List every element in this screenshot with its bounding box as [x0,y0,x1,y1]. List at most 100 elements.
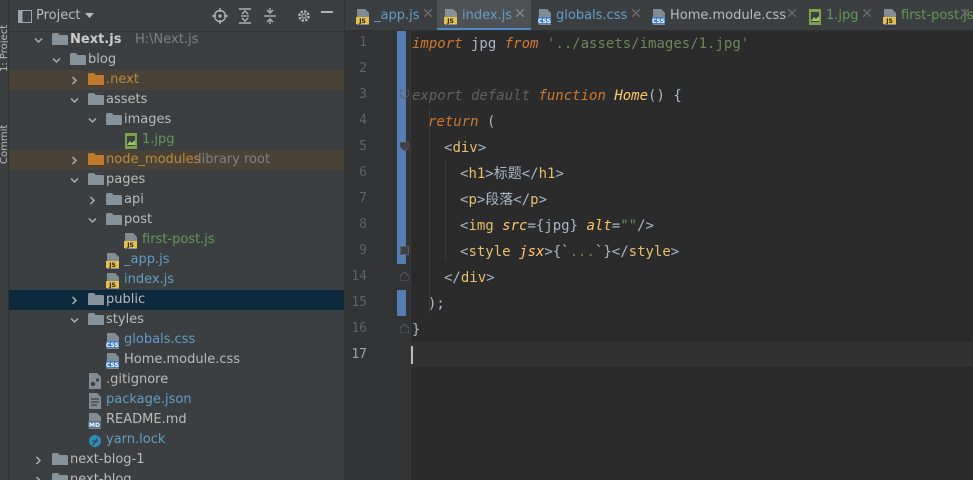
line-number: 7 [359,191,367,206]
project-panel-title[interactable]: Project [36,8,80,23]
chevron-right-icon[interactable] [70,76,79,85]
close-tab-icon[interactable] [424,9,432,17]
view-selector-chevron-down-icon[interactable] [85,13,94,18]
tree-file[interactable]: MD README.md [9,410,344,430]
chevron-right-icon[interactable] [70,156,79,165]
chevron-right-icon[interactable] [88,196,97,205]
line-number: 3 [359,87,367,102]
tab-home-module-css[interactable]: CSS Home.module.css [645,0,801,30]
javascript-file-icon: JS [106,273,122,289]
close-tab-icon[interactable] [516,9,524,17]
chevron-right-icon[interactable] [70,296,79,305]
tree-folder[interactable]: api [9,190,344,210]
tree-file[interactable]: 1.jpg [9,130,344,150]
chevron-right-icon[interactable] [34,456,43,465]
fold-marker-icon[interactable] [400,142,409,151]
tab-label: 1.jpg [826,8,859,23]
gear-icon[interactable] [296,8,312,24]
tab-index-js[interactable]: JS index.js [437,0,531,30]
vcs-change-marker[interactable] [397,290,406,316]
locate-file-icon[interactable] [212,8,228,24]
close-tab-icon[interactable] [788,9,796,17]
hide-panel-icon[interactable] [321,11,333,13]
tree-folder[interactable]: pages [9,170,344,190]
chevron-down-icon[interactable] [88,216,97,225]
tree-folder[interactable]: assets [9,90,344,110]
tree-file[interactable]: .gitignore [9,370,344,390]
image-file-icon [808,9,822,25]
tree-item-hint: H:\Next.js [135,32,199,47]
tree-file[interactable]: package.json [9,390,344,410]
line-number: 1 [359,35,367,50]
tree-item-label: pages [106,172,146,187]
tree-folder[interactable]: node_modules library root [9,150,344,170]
folder-icon [88,93,104,107]
excluded-folder-icon [88,153,104,167]
fold-marker-icon[interactable] [400,246,409,255]
chevron-down-icon[interactable] [88,116,97,125]
gitignore-file-icon [88,373,104,389]
text-caret [411,346,413,364]
chevron-down-icon[interactable] [70,316,79,325]
tree-folder[interactable]: Next.js H:\Next.js [9,30,344,50]
tree-file[interactable]: CSS globals.css [9,330,344,350]
tree-folder[interactable]: next-blog-1 [9,450,344,470]
chevron-down-icon[interactable] [70,96,79,105]
svg-text:JS: JS [108,282,116,289]
tree-item-label: globals.css [124,332,196,347]
close-tab-icon[interactable] [632,9,640,17]
tree-file[interactable]: yarn.lock [9,430,344,450]
css-file-icon: CSS [106,353,122,369]
expand-all-icon[interactable] [237,8,253,24]
code-line: </div> [444,270,495,286]
folder-icon [88,293,104,307]
line-number: 16 [351,321,367,336]
chevron-right-icon[interactable] [34,476,43,480]
line-number: 2 [359,61,367,76]
tree-folder[interactable]: styles [9,310,344,330]
code-line: <p>段落</p> [460,192,548,208]
chevron-down-icon[interactable] [70,176,79,185]
tree-folder[interactable]: blog [9,50,344,70]
tab-label: _app.js [374,8,420,23]
tree-item-label: first-post.js [142,232,215,247]
chevron-down-icon[interactable] [34,36,43,45]
close-tab-icon[interactable] [863,9,871,17]
project-tool-tab[interactable]: 1: Project [0,0,8,72]
code-line: <style jsx>{`...`}</style> [460,244,680,260]
svg-text:CSS: CSS [106,362,119,369]
tree-file[interactable]: JS _app.js [9,250,344,270]
editor-tabs: JS _app.js JS index.js CSS globals.css CSS Home… [345,0,973,31]
folder-icon [106,193,122,207]
tree-item-label: Home.module.css [124,352,241,367]
close-tab-icon[interactable] [961,9,969,17]
folder-icon [52,33,68,47]
tree-folder[interactable]: next-blog [9,470,344,480]
markdown-file-icon: MD [88,413,104,429]
json-file-icon [88,393,104,409]
fold-marker-icon[interactable] [400,90,409,99]
tree-file[interactable]: CSS Home.module.css [9,350,344,370]
commit-tool-tab[interactable]: Commit [0,96,8,164]
tab-label: Home.module.css [670,8,787,23]
project-view-icon [18,10,32,23]
tab-1-jpg[interactable]: 1.jpg [801,0,876,30]
fold-marker-icon[interactable] [400,324,409,333]
tab-app-js[interactable]: JS _app.js [349,0,437,30]
tree-folder[interactable]: images [9,110,344,130]
fold-marker-icon[interactable] [400,272,409,281]
code-line: import jpg from '../assets/images/1.jpg' [412,36,750,52]
collapse-all-icon[interactable] [262,8,278,24]
tab-first-post-js[interactable]: JS first-post.js [876,0,973,30]
tree-folder[interactable]: public [9,290,344,310]
tree-item-label: package.json [106,392,192,407]
tree-item-label: api [124,192,144,207]
tab-globals-css[interactable]: CSS globals.css [531,0,645,30]
chevron-down-icon[interactable] [52,56,61,65]
tree-file[interactable]: JS first-post.js [9,230,344,250]
line-number: 17 [351,347,367,362]
tree-folder[interactable]: .next [9,70,344,90]
tree-folder[interactable]: post [9,210,344,230]
tree-file[interactable]: JS index.js [9,270,344,290]
svg-text:JS: JS [885,18,893,25]
